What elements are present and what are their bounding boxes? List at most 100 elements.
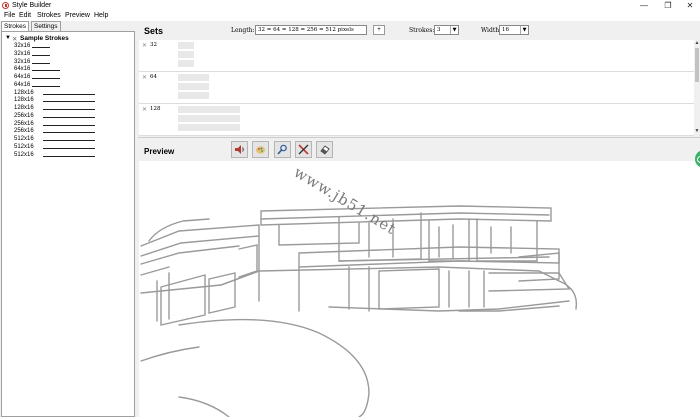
strokes-select-value: 3	[437, 27, 441, 33]
add-length-button[interactable]: +	[373, 25, 385, 35]
tree-item-label: 128x16	[14, 89, 34, 96]
width-select[interactable]: 16 ▼	[499, 25, 529, 35]
sets-title: Sets	[144, 26, 164, 36]
minimize-button[interactable]: —	[636, 0, 652, 11]
tree-item[interactable]: 32x16	[14, 50, 50, 59]
set-row[interactable]: ✕ 64	[139, 72, 694, 104]
tree-item-label: 64x16	[14, 74, 31, 80]
tree-item[interactable]: 32x16	[14, 43, 50, 51]
tab-settings[interactable]: Settings	[31, 21, 61, 31]
remove-set-icon[interactable]: ✕	[142, 74, 147, 81]
stroke-slot[interactable]	[178, 115, 240, 122]
magnify-icon	[277, 144, 287, 155]
tree-item-label: 256x16	[14, 120, 34, 127]
strokes-panel: Strokes Settings ▼ ✕ Sample Strokes 32x1…	[0, 21, 136, 417]
tree-item[interactable]: 128x16	[14, 105, 95, 113]
tree-item[interactable]: 64x16	[14, 81, 60, 90]
remove-set-icon[interactable]: ✕	[142, 106, 147, 113]
tree-item[interactable]: 64x16	[14, 74, 60, 82]
speaker-icon	[235, 145, 244, 154]
maximize-button[interactable]: ❐	[660, 0, 676, 11]
tree-item[interactable]: 512x16	[14, 151, 95, 160]
remove-icon[interactable]: ✕	[12, 35, 17, 43]
stroke-sample	[43, 124, 95, 126]
chevron-down-icon[interactable]: ▼	[450, 26, 458, 34]
tree-item[interactable]: 64x16	[14, 66, 60, 74]
stroke-sample	[43, 140, 95, 141]
stroke-slot[interactable]	[178, 42, 194, 49]
tree-root-label: Sample Strokes	[20, 35, 69, 42]
strokes-label: Strokes:	[409, 27, 435, 34]
tree-item[interactable]: 256x16	[14, 128, 95, 136]
tree-item[interactable]: 32x16	[14, 59, 50, 67]
stroke-sample	[32, 70, 60, 72]
chevron-down-icon[interactable]: ▼	[520, 26, 528, 34]
tree-item-label: 512x16	[14, 143, 34, 150]
sets-list: ▲ ▼ ✕ 32 ✕ 64 ✕ 128	[139, 40, 700, 136]
stroke-sample	[43, 147, 95, 149]
width-select-value: 16	[502, 27, 509, 33]
stroke-sample	[32, 47, 50, 48]
stroke-sample	[43, 155, 95, 157]
title-bar: Style Builder — ❐ ✕	[0, 0, 700, 11]
stroke-sample	[32, 54, 50, 56]
tree-item-label: 128x16	[14, 97, 34, 104]
strokes-tree: ▼ ✕ Sample Strokes 32x16 32x16 32x16 64x16 6…	[1, 31, 135, 417]
menu-strokes[interactable]: Strokes	[37, 12, 61, 19]
menu-bar: File Edit Strokes Preview Help	[0, 11, 700, 21]
expand-icon[interactable]: ▼	[5, 35, 11, 41]
tree-item[interactable]: 512x16	[14, 136, 95, 144]
tree-item[interactable]: 512x16	[14, 143, 95, 152]
tree-item[interactable]: 128x16	[14, 89, 95, 98]
set-row[interactable]: ✕ 32	[139, 40, 694, 72]
strokes-select[interactable]: 3 ▼	[434, 25, 459, 35]
menu-help[interactable]: Help	[94, 12, 108, 19]
stroke-sample	[43, 93, 95, 95]
close-button[interactable]: ✕	[682, 0, 698, 11]
stroke-sample	[43, 132, 95, 134]
stroke-slot[interactable]	[178, 106, 240, 113]
remove-set-icon[interactable]: ✕	[142, 42, 147, 49]
set-row[interactable]: ✕ 128	[139, 104, 694, 136]
tree-item-label: 128x16	[14, 105, 34, 111]
tree-item-label: 64x16	[14, 81, 31, 88]
scroll-up-icon[interactable]: ▲	[694, 40, 700, 46]
stroke-slot[interactable]	[178, 92, 209, 99]
preview-title: Preview	[144, 147, 175, 156]
tree-item-label: 32x16	[14, 50, 31, 57]
tab-strokes[interactable]: Strokes	[1, 21, 30, 31]
speaker-button[interactable]	[231, 141, 248, 158]
stroke-sample	[43, 116, 95, 118]
tree-item[interactable]: 128x16	[14, 97, 95, 105]
tree-item-label: 64x16	[14, 66, 31, 73]
stroke-slot[interactable]	[178, 74, 209, 81]
tree-item[interactable]: 256x16	[14, 113, 95, 121]
set-length-label: 64	[150, 74, 157, 80]
eraser-button[interactable]	[316, 141, 333, 158]
stroke-slot[interactable]	[178, 83, 209, 90]
length-field[interactable]: 32 = 64 = 128 = 256 = 512 pixels	[255, 25, 367, 35]
tree-item-label: 512x16	[14, 136, 34, 142]
tree-item-label: 512x16	[14, 151, 34, 158]
menu-edit[interactable]: Edit	[19, 12, 31, 19]
stroke-slot[interactable]	[178, 60, 194, 67]
menu-preview[interactable]: Preview	[65, 12, 90, 19]
stroke-sample	[43, 101, 95, 103]
palette-button[interactable]	[252, 141, 269, 158]
stroke-slot[interactable]	[178, 51, 194, 58]
stroke-slot[interactable]	[178, 124, 240, 131]
sets-scrollbar[interactable]: ▲ ▼	[694, 40, 700, 136]
tree-item[interactable]: 256x16	[14, 120, 95, 129]
preview-header: Preview	[138, 137, 700, 161]
stroke-sample	[32, 85, 60, 87]
menu-file[interactable]: File	[4, 12, 15, 19]
scroll-thumb[interactable]	[695, 48, 699, 82]
scroll-down-icon[interactable]: ▼	[694, 128, 700, 134]
preview-canvas[interactable]	[139, 161, 700, 417]
cross-tools-button[interactable]	[295, 141, 312, 158]
building-sketch	[140, 205, 578, 417]
magnify-button[interactable]	[274, 141, 291, 158]
app-icon	[2, 2, 9, 9]
stroke-sample	[32, 78, 60, 79]
eraser-icon	[320, 145, 330, 155]
